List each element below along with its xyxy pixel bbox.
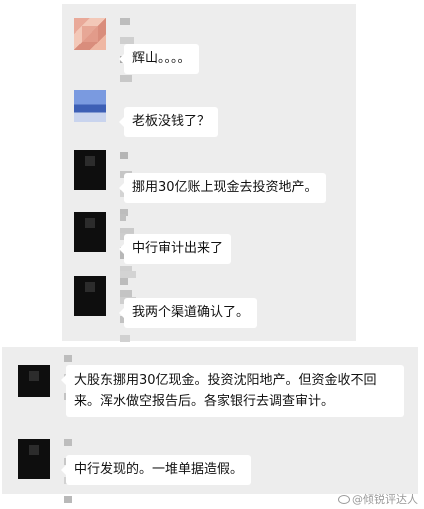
chat-bubble: 我两个渠道确认了。 — [118, 298, 258, 328]
chat-bubble: 中行审计出来了 — [118, 234, 232, 264]
sender-name-blurred — [120, 152, 138, 273]
sender-name-blurred — [64, 439, 80, 503]
watermark-text: @倾锐评达人 — [352, 493, 418, 506]
avatar — [74, 212, 106, 252]
sender-name-blurred — [120, 18, 136, 82]
chat-screenshot-top: 辉山。。。。 老板没钱了？ 挪用30亿账上现金去投资地产。 中行审计出来了 我两… — [62, 4, 356, 361]
weibo-logo-icon — [338, 495, 350, 504]
sender-name-blurred — [64, 355, 80, 400]
weibo-watermark: @倾锐评达人 — [338, 491, 418, 507]
avatar — [18, 365, 50, 397]
sender-name-blurred — [120, 214, 138, 297]
chat-bubble: 挪用30亿账上现金去投资地产。 — [119, 173, 326, 203]
chat-bubble: 中行发现的。一堆单据造假。 — [60, 455, 252, 485]
avatar — [74, 276, 106, 316]
sender-name-blurred — [120, 278, 138, 361]
chat-screenshot-bottom: 大股东挪用30亿现金。投资沈阳地产。但资金收不回来。浑水做空报告后。各家银行去调… — [2, 347, 418, 503]
avatar — [74, 18, 106, 50]
avatar — [74, 90, 106, 122]
avatar — [18, 439, 50, 479]
chat-bubble: 辉山。。。。 — [119, 44, 199, 74]
chat-bubble: 老板没钱了？ — [118, 107, 219, 137]
avatar — [74, 150, 106, 190]
chat-bubble: 大股东挪用30亿现金。投资沈阳地产。但资金收不回来。浑水做空报告后。各家银行去调… — [61, 365, 404, 417]
